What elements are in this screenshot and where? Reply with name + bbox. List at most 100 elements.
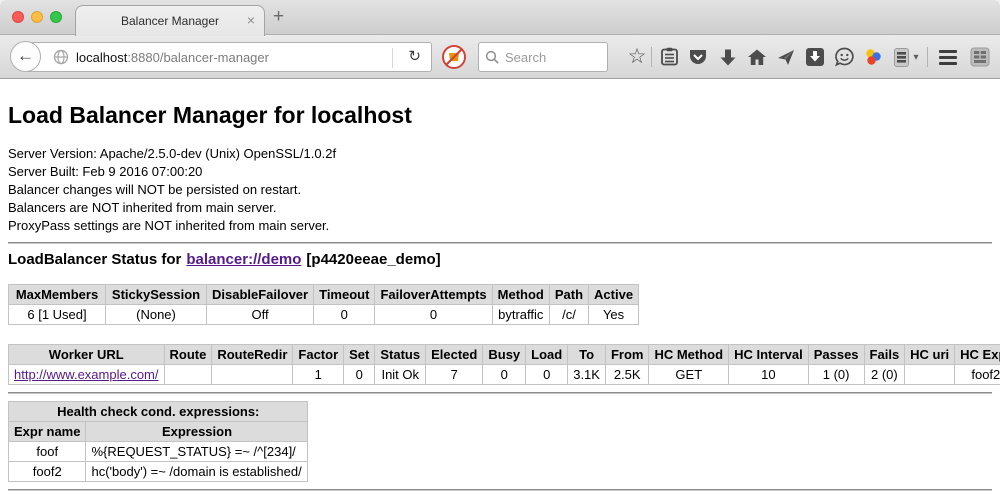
- tab-title: Balancer Manager: [121, 14, 219, 28]
- col-expr-name: Expr name: [9, 422, 86, 442]
- cell-timeout: 0: [314, 305, 375, 325]
- col-timeout: Timeout: [314, 285, 375, 305]
- table-row: foof %{REQUEST_STATUS} =~ /^[234]/: [9, 442, 308, 462]
- cell-expression: %{REQUEST_STATUS} =~ /^[234]/: [86, 442, 308, 462]
- col-factor: Factor: [293, 345, 344, 365]
- pocket-icon[interactable]: [686, 44, 710, 70]
- table-title-row: Health check cond. expressions:: [9, 402, 308, 422]
- col-disablefailover: DisableFailover: [207, 285, 314, 305]
- cell-routeredir: [212, 365, 293, 385]
- cell-load: 0: [526, 365, 568, 385]
- browser-tab[interactable]: Balancer Manager ×: [75, 5, 265, 36]
- inherit-notice-line: Balancers are NOT inherited from main se…: [8, 199, 992, 217]
- menu-icon[interactable]: [936, 44, 960, 70]
- cell-elected: 7: [426, 365, 483, 385]
- table-row: http://www.example.com/ 1 0 Init Ok 7 0 …: [9, 365, 1000, 385]
- send-icon[interactable]: [774, 44, 798, 70]
- toolbar-divider: [651, 47, 652, 67]
- cell-from: 2.5K: [605, 365, 649, 385]
- health-check-table: Health check cond. expressions: Expr nam…: [8, 401, 308, 482]
- toolbar-divider: [927, 47, 928, 67]
- cell-method: bytraffic: [492, 305, 549, 325]
- browser-window: Balancer Manager × + ← localhost:8880/ba…: [0, 0, 1000, 491]
- title-bar: Balancer Manager × +: [0, 0, 1000, 35]
- status-heading-suffix: [p4420eeae_demo]: [306, 251, 440, 268]
- url-path-text: :8880/balancer-manager: [127, 50, 269, 65]
- col-busy: Busy: [483, 345, 526, 365]
- balancer-demo-link[interactable]: balancer://demo: [186, 251, 301, 268]
- col-hc-interval: HC Interval: [729, 345, 809, 365]
- server-version-line: Server Version: Apache/2.5.0-dev (Unix) …: [8, 145, 992, 163]
- worker-table: Worker URL Route RouteRedir Factor Set S…: [8, 344, 1000, 385]
- col-expression: Expression: [86, 422, 308, 442]
- worker-url-link[interactable]: http://www.example.com/: [14, 367, 159, 382]
- table-header-row: Expr name Expression: [9, 422, 308, 442]
- back-button[interactable]: ←: [10, 41, 41, 72]
- col-route: Route: [164, 345, 212, 365]
- status-heading-prefix: LoadBalancer Status for: [8, 251, 181, 268]
- horizontal-rule: [8, 392, 992, 394]
- table-header-row: MaxMembers StickySession DisableFailover…: [9, 285, 639, 305]
- proxypass-notice-line: ProxyPass settings are NOT inherited fro…: [8, 217, 992, 235]
- new-tab-button[interactable]: +: [273, 6, 284, 28]
- window-close-button[interactable]: [12, 11, 24, 23]
- navigation-toolbar: ← localhost:8880/balancer-manager ↻: [0, 35, 1000, 79]
- table-header-row: Worker URL Route RouteRedir Factor Set S…: [9, 345, 1000, 365]
- cell-passes: 1 (0): [808, 365, 864, 385]
- colors-icon[interactable]: [861, 44, 885, 70]
- cell-failoverattempts: 0: [375, 305, 492, 325]
- downloads-icon[interactable]: [716, 44, 740, 70]
- col-method: Method: [492, 285, 549, 305]
- tab-close-icon[interactable]: ×: [247, 13, 255, 27]
- cell-hc-interval: 10: [729, 365, 809, 385]
- download-square-icon[interactable]: [803, 44, 827, 70]
- cell-fails: 2 (0): [864, 365, 905, 385]
- page-title: Load Balancer Manager for localhost: [8, 102, 992, 129]
- health-table-title: Health check cond. expressions:: [9, 402, 308, 422]
- chat-smiley-icon[interactable]: [832, 44, 856, 70]
- table-row: 6 [1 Used] (None) Off 0 0 bytraffic /c/ …: [9, 305, 639, 325]
- cell-expression: hc('body') =~ /domain is established/: [86, 462, 308, 482]
- reload-button[interactable]: ↻: [408, 47, 421, 65]
- reading-list-icon[interactable]: [657, 44, 681, 70]
- horizontal-rule: [8, 242, 992, 244]
- window-minimize-button[interactable]: [31, 11, 43, 23]
- search-icon: [485, 50, 500, 65]
- col-stickysession: StickySession: [106, 285, 207, 305]
- cell-busy: 0: [483, 365, 526, 385]
- bookmark-star-icon[interactable]: ☆: [625, 44, 649, 70]
- window-zoom-button[interactable]: [50, 11, 62, 23]
- search-bar[interactable]: [478, 42, 608, 72]
- col-routeredir: RouteRedir: [212, 345, 293, 365]
- balancer-status-heading: LoadBalancer Status for balancer://demo [p…: [8, 251, 992, 268]
- server-info: Server Version: Apache/2.5.0-dev (Unix) …: [8, 145, 992, 235]
- url-bar[interactable]: localhost:8880/balancer-manager ↻: [26, 42, 432, 72]
- col-hc-expr: HC Expr: [955, 345, 1000, 365]
- col-passes: Passes: [808, 345, 864, 365]
- search-input[interactable]: [505, 50, 595, 65]
- col-hc-uri: HC uri: [905, 345, 955, 365]
- tab-tiles-icon[interactable]: [968, 44, 992, 70]
- col-active: Active: [589, 285, 639, 305]
- cell-factor: 1: [293, 365, 344, 385]
- col-maxmembers: MaxMembers: [9, 285, 106, 305]
- col-elected: Elected: [426, 345, 483, 365]
- col-worker-url: Worker URL: [9, 345, 165, 365]
- col-fails: Fails: [864, 345, 905, 365]
- col-hc-method: HC Method: [649, 345, 729, 365]
- cell-to: 3.1K: [568, 365, 606, 385]
- cell-disablefailover: Off: [207, 305, 314, 325]
- urlbar-divider: [392, 48, 393, 68]
- overflow-caret-icon[interactable]: ▾: [909, 44, 923, 70]
- content-blocked-icon[interactable]: [441, 44, 467, 75]
- page-content: Load Balancer Manager for localhost Serv…: [0, 79, 1000, 490]
- cell-status: Init Ok: [375, 365, 426, 385]
- table-row: foof2 hc('body') =~ /domain is establish…: [9, 462, 308, 482]
- cell-expr-name: foof: [9, 442, 86, 462]
- cell-expr-name: foof2: [9, 462, 86, 482]
- col-to: To: [568, 345, 606, 365]
- home-icon[interactable]: [745, 44, 769, 70]
- url-host-text: localhost: [76, 50, 127, 65]
- cell-hc-method: GET: [649, 365, 729, 385]
- cell-route: [164, 365, 212, 385]
